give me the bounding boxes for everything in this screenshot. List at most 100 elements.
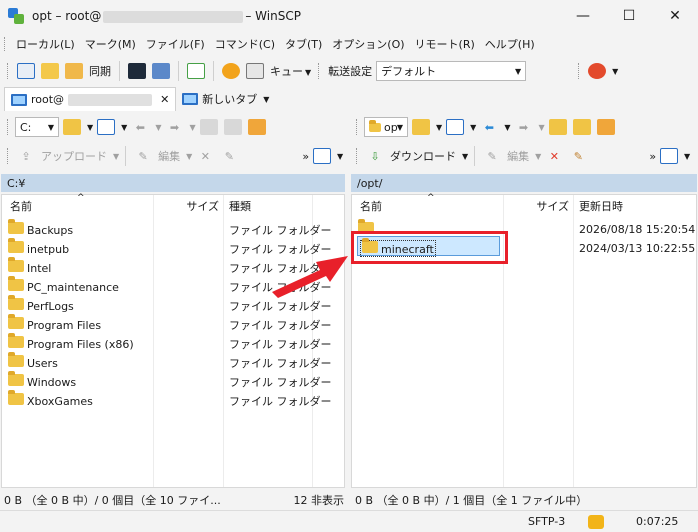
queue-button[interactable]: キュー ▼ (268, 63, 313, 79)
menu-help[interactable]: ヘルプ(H) (480, 36, 540, 52)
root-dir-icon[interactable] (571, 116, 593, 138)
menu-mark[interactable]: マーク(M) (80, 36, 141, 52)
column-modified[interactable]: 更新日時 (573, 195, 693, 217)
menu-remote[interactable]: リモート(R) (410, 36, 480, 52)
transfer-settings-label: 転送設定 (328, 65, 373, 78)
rename-icon[interactable]: ✎ (218, 145, 240, 167)
window-title: opt – root@ – WinSCP (32, 9, 301, 23)
download-icon[interactable]: ⇩ (364, 145, 386, 167)
putty-icon[interactable] (150, 60, 172, 82)
reconnect-icon[interactable] (586, 60, 608, 82)
menu-command[interactable]: コマンド(C) (210, 36, 280, 52)
left-file-list[interactable]: ^ 名前 サイズ 種類 Backups ファイル フォルダー inetpub ファイ… (1, 193, 345, 488)
winscp-logo-icon (8, 8, 24, 24)
queue-icon[interactable] (244, 60, 266, 82)
session-status-bar: SFTP-3 0:07:25 (0, 510, 698, 532)
protocol-label: SFTP-3 (528, 515, 566, 528)
session-tabs: root@ ✕ 新しいタブ ▼ (0, 87, 698, 111)
filter-icon[interactable] (95, 116, 117, 138)
home-icon[interactable] (595, 116, 617, 138)
delete-icon[interactable]: ✕ (194, 145, 216, 167)
toolbar-grip[interactable] (4, 37, 7, 51)
folder-icon (8, 333, 24, 348)
maximize-button[interactable]: ☐ (606, 0, 652, 32)
left-edit-button[interactable]: 編集 (156, 148, 182, 164)
edit-icon[interactable]: ✎ (481, 145, 503, 167)
column-type[interactable]: 種類 (223, 195, 312, 217)
elapsed-time: 0:07:25 (636, 515, 679, 528)
gear-icon[interactable] (220, 60, 242, 82)
folder-icon (369, 119, 381, 132)
menu-bar: ローカル(L) マーク(M) ファイル(F) コマンド(C) タブ(T) オプシ… (0, 32, 698, 56)
monitor-icon (11, 93, 27, 106)
right-edit-button[interactable]: 編集 (505, 148, 531, 164)
highlight-box (351, 231, 508, 264)
close-tab-icon[interactable]: ✕ (160, 93, 169, 106)
folder-icon (8, 295, 24, 310)
console-icon[interactable] (126, 60, 148, 82)
separator (178, 61, 179, 81)
left-action-toolbar: ⇪ アップロード ▼ ✎ 編集 ▼ ✕ ✎ » ▼ (4, 143, 344, 169)
left-drive-select[interactable]: C: ▼ (15, 117, 59, 137)
right-action-toolbar: ⇩ ダウンロード ▼ ✎ 編集 ▼ ✕ ✎ » ▼ (353, 143, 695, 169)
separator (474, 146, 476, 166)
redacted-host (68, 93, 153, 106)
overflow-icon[interactable]: » (649, 150, 656, 163)
left-path-bar[interactable]: C:¥ (1, 174, 345, 192)
tab-session[interactable]: root@ ✕ (4, 87, 177, 111)
synchronize-icon[interactable] (63, 60, 85, 82)
column-size[interactable]: サイズ (503, 195, 573, 217)
column-name[interactable]: 名前 (4, 195, 153, 217)
chevron-down-icon: ▼ (263, 94, 270, 104)
toolbar-grip-right (356, 119, 359, 135)
menu-tab[interactable]: タブ(T) (280, 36, 327, 52)
hidden-count[interactable]: 12 非表示 (294, 492, 345, 508)
left-nav-toolbar: C: ▼ ▼ ▼ ⬅ ▼ ➡ ▼ (4, 114, 344, 140)
upload-button[interactable]: アップロード (39, 148, 109, 164)
synchronize-button[interactable]: 同期 (87, 63, 113, 79)
edit-icon[interactable]: ✎ (132, 145, 154, 167)
transfer-preset-select[interactable]: デフォルト ▼ (376, 61, 527, 81)
tab-new[interactable]: 新しいタブ ▼ (176, 87, 275, 111)
root-dir-icon[interactable] (222, 116, 244, 138)
upload-icon[interactable]: ⇪ (15, 145, 37, 167)
folder-icon (8, 314, 24, 329)
column-name[interactable]: 名前 (354, 195, 503, 217)
open-folder-icon[interactable] (410, 116, 432, 138)
right-path-bar[interactable]: /opt/ (351, 174, 697, 192)
column-size[interactable]: サイズ (153, 195, 223, 217)
back-arrow-icon[interactable]: ⬅ (129, 116, 151, 138)
redacted-host (103, 10, 244, 23)
close-button[interactable]: ✕ (652, 0, 698, 32)
lock-icon[interactable] (588, 514, 604, 529)
parent-dir-icon[interactable] (547, 116, 569, 138)
parent-dir-icon[interactable] (198, 116, 220, 138)
toolbar-grip-3 (318, 63, 321, 79)
rename-icon[interactable]: ✎ (567, 145, 589, 167)
forward-arrow-icon[interactable]: ➡ (163, 116, 185, 138)
menu-file[interactable]: ファイル(F) (141, 36, 210, 52)
chevron-down-icon[interactable]: ▼ (612, 67, 618, 76)
sync-browse-icon[interactable] (39, 60, 61, 82)
new-item-icon[interactable] (311, 145, 333, 167)
new-item-icon[interactable] (658, 145, 680, 167)
forward-arrow-icon[interactable]: ➡ (512, 116, 534, 138)
download-button[interactable]: ダウンロード (388, 148, 458, 164)
home-icon[interactable] (246, 116, 268, 138)
compare-dirs-icon[interactable] (15, 60, 37, 82)
toolbar-grip-2 (7, 63, 10, 79)
pane-splitter[interactable] (345, 170, 350, 488)
separator (119, 61, 120, 81)
back-arrow-icon[interactable]: ⬅ (478, 116, 500, 138)
delete-icon[interactable]: ✕ (543, 145, 565, 167)
refresh-keep-icon[interactable] (185, 60, 207, 82)
filter-icon[interactable] (444, 116, 466, 138)
minimize-button[interactable]: — (560, 0, 606, 32)
folder-icon (8, 390, 24, 405)
overflow-icon[interactable]: » (302, 150, 309, 163)
right-dir-select[interactable]: op ▼ (364, 117, 408, 137)
menu-options[interactable]: オプション(O) (327, 36, 409, 52)
menu-local[interactable]: ローカル(L) (11, 36, 80, 52)
open-folder-icon[interactable] (61, 116, 83, 138)
folder-icon (8, 238, 24, 253)
